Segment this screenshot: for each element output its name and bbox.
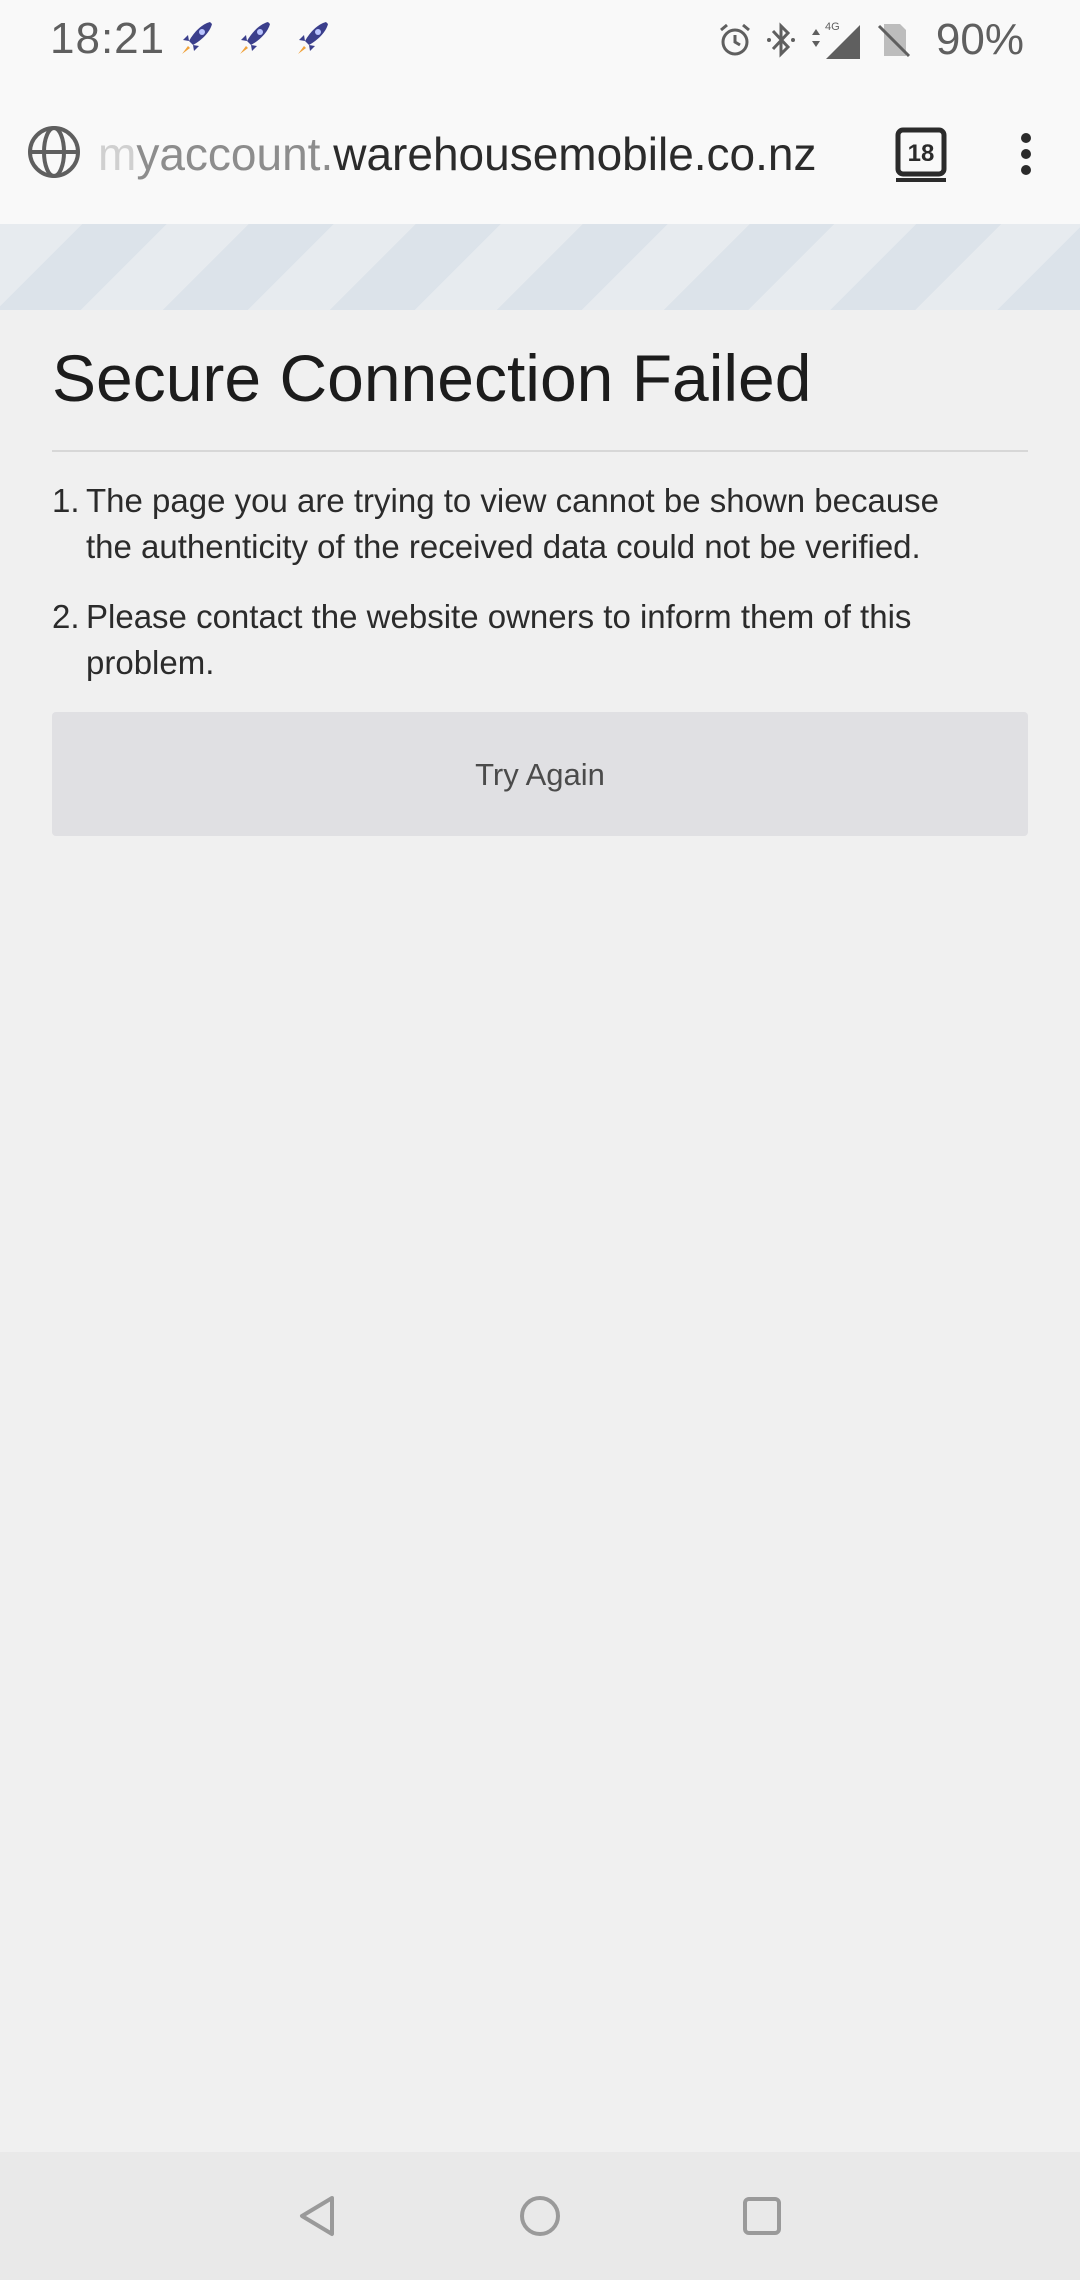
try-again-button[interactable]: Try Again xyxy=(52,712,1028,836)
battery-percentage: 90% xyxy=(935,15,1024,64)
back-nav-icon[interactable] xyxy=(294,2192,342,2240)
status-bar: 18:21 4G 90% xyxy=(0,0,1080,80)
list-text: Please contact the website owners to inf… xyxy=(86,598,912,681)
url-bar[interactable]: myaccount.warehousemobile.co.nz xyxy=(98,124,817,184)
no-sim-icon xyxy=(877,24,910,58)
recents-nav-icon[interactable] xyxy=(738,2192,786,2240)
status-time: 18:21 xyxy=(50,14,166,63)
list-text: The page you are trying to view cannot b… xyxy=(86,482,940,565)
list-number: 1. xyxy=(52,482,80,519)
system-status-icons: 4G 90% xyxy=(716,14,1024,66)
rocket-icon xyxy=(298,22,328,54)
network-label: 4G xyxy=(825,21,840,33)
home-nav-icon[interactable] xyxy=(516,2192,564,2240)
list-item: 1. The page you are trying to view canno… xyxy=(52,478,952,570)
bluetooth-icon xyxy=(766,22,795,58)
overflow-menu-icon[interactable] xyxy=(1014,126,1038,182)
url-subdomain: yaccount. xyxy=(136,128,334,180)
signal-4g-icon: 4G xyxy=(811,21,860,59)
alarm-icon xyxy=(719,23,750,56)
error-banner-stripes xyxy=(0,224,1080,310)
tab-count: 18 xyxy=(908,140,935,167)
rocket-icon xyxy=(182,22,212,54)
list-item: 2. Please contact the website owners to … xyxy=(52,594,952,686)
list-number: 2. xyxy=(52,598,80,635)
phone-screen: 18:21 4G 90% myaccount.warehousemobile.c… xyxy=(0,0,1080,2280)
globe-icon[interactable] xyxy=(26,124,82,180)
tabs-counter-icon[interactable]: 18 xyxy=(894,126,950,182)
url-domain: warehousemobile.co.nz xyxy=(333,128,817,180)
error-message-list: 1. The page you are trying to view canno… xyxy=(52,478,952,710)
system-nav-bar xyxy=(0,2152,1080,2280)
page-title: Secure Connection Failed xyxy=(52,341,812,415)
browser-toolbar: myaccount.warehousemobile.co.nz 18 xyxy=(0,80,1080,224)
title-divider xyxy=(52,450,1028,452)
url-prefix: m xyxy=(98,128,137,180)
rocket-icon xyxy=(240,22,270,54)
